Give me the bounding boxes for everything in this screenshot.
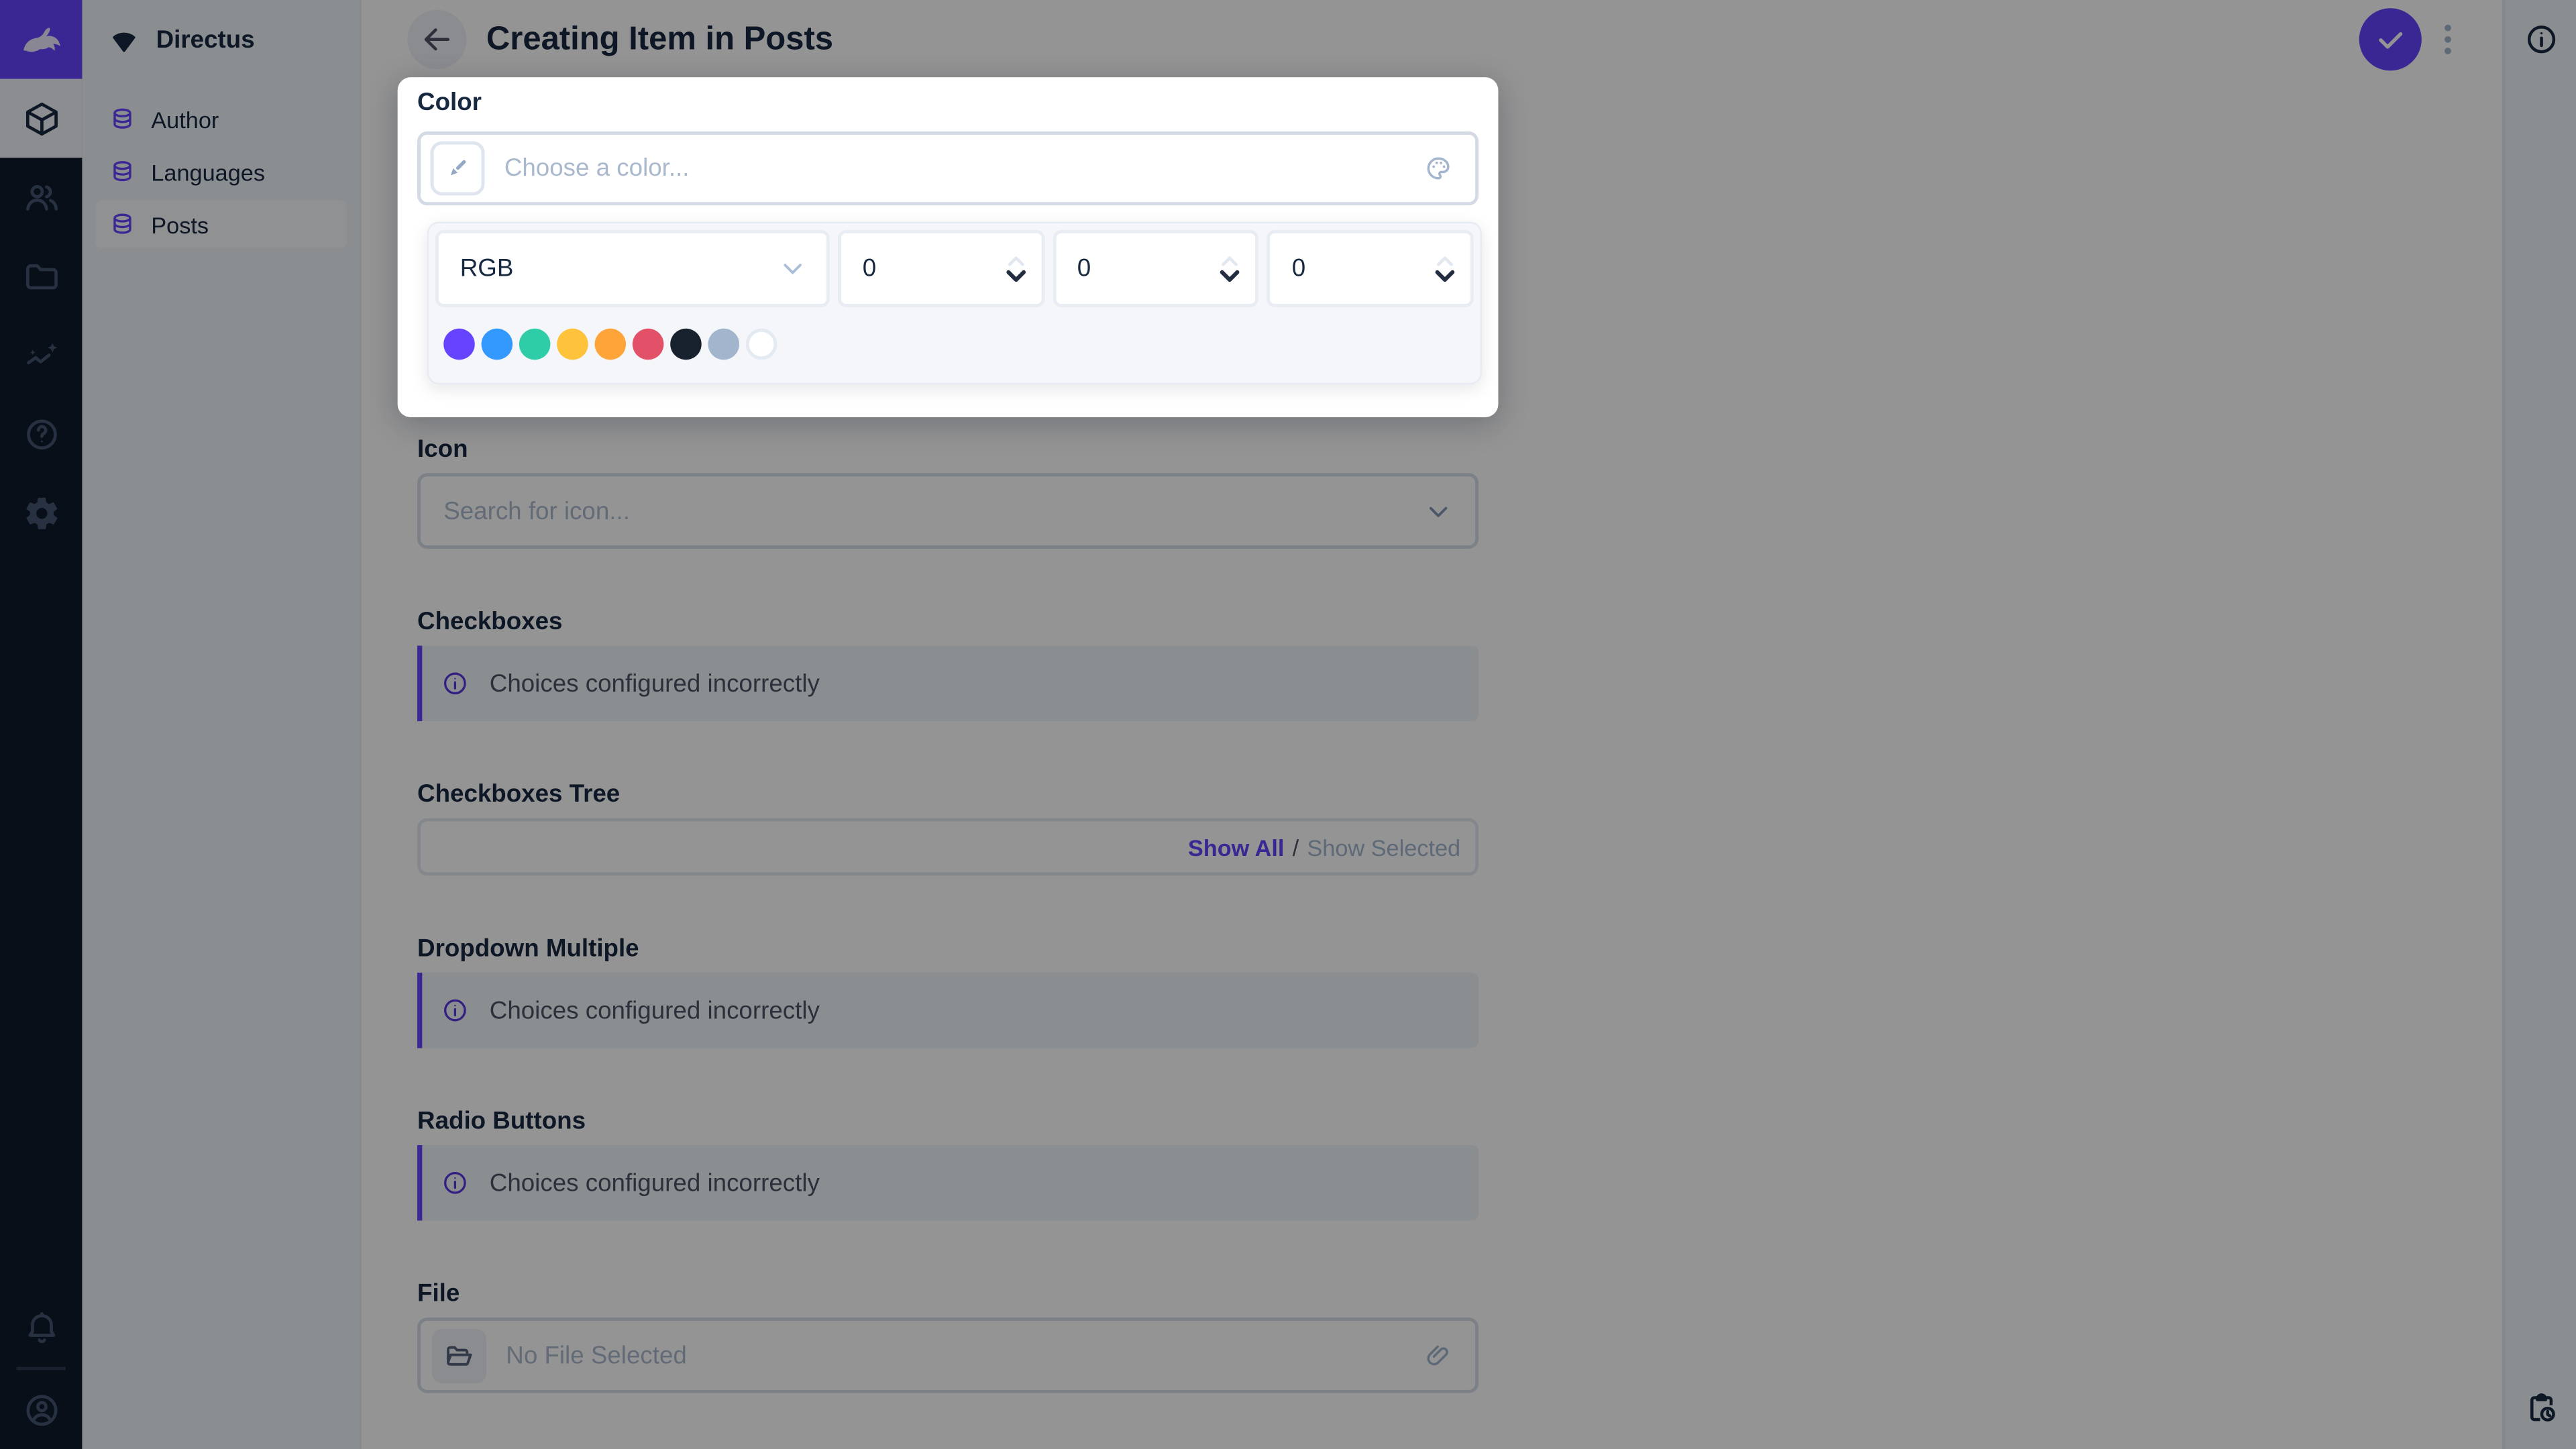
color-input-box (417, 131, 1479, 206)
color-mode-value: RGB (460, 254, 514, 283)
color-picker-popup: Color RGB (397, 77, 1499, 418)
stepper-down-icon[interactable] (1434, 267, 1456, 283)
color-value-input[interactable] (504, 154, 1405, 182)
color-swatch[interactable] (745, 328, 777, 360)
channel-b-cell (1267, 229, 1474, 307)
color-swatch[interactable] (632, 328, 664, 360)
channel-g-input[interactable] (1077, 254, 1214, 283)
channel-b-input[interactable] (1291, 254, 1428, 283)
chevron-down-icon (784, 264, 802, 274)
channel-r-input[interactable] (862, 254, 999, 283)
channel-r-cell (837, 229, 1044, 307)
color-swatch[interactable] (594, 328, 627, 360)
stepper-up-icon[interactable] (1221, 254, 1239, 267)
color-swatch[interactable] (557, 328, 588, 360)
palette-icon[interactable] (1424, 154, 1452, 182)
color-swatch[interactable] (670, 328, 702, 360)
stepper (1434, 254, 1456, 283)
swatch-row (429, 314, 1480, 383)
color-swatch[interactable] (708, 328, 740, 360)
stepper-up-icon[interactable] (1436, 254, 1454, 267)
color-swatch[interactable] (481, 328, 513, 360)
stepper-down-icon[interactable] (1220, 267, 1241, 283)
stepper (1005, 254, 1026, 283)
stepper (1220, 254, 1241, 283)
color-picker-menu: RGB (427, 221, 1482, 385)
eyedropper-button[interactable] (430, 141, 485, 196)
color-mode-row: RGB (429, 223, 1480, 314)
stepper-down-icon[interactable] (1005, 267, 1026, 283)
color-swatch[interactable] (443, 328, 475, 360)
screen: Directus Author Languages Posts Creating… (0, 0, 2576, 1449)
eyedropper-icon (450, 160, 466, 176)
channel-g-cell (1052, 229, 1259, 307)
color-field-label: Color (417, 89, 482, 117)
stepper-up-icon[interactable] (1006, 254, 1024, 267)
color-swatch[interactable] (519, 328, 551, 360)
color-mode-select[interactable]: RGB (435, 229, 830, 307)
